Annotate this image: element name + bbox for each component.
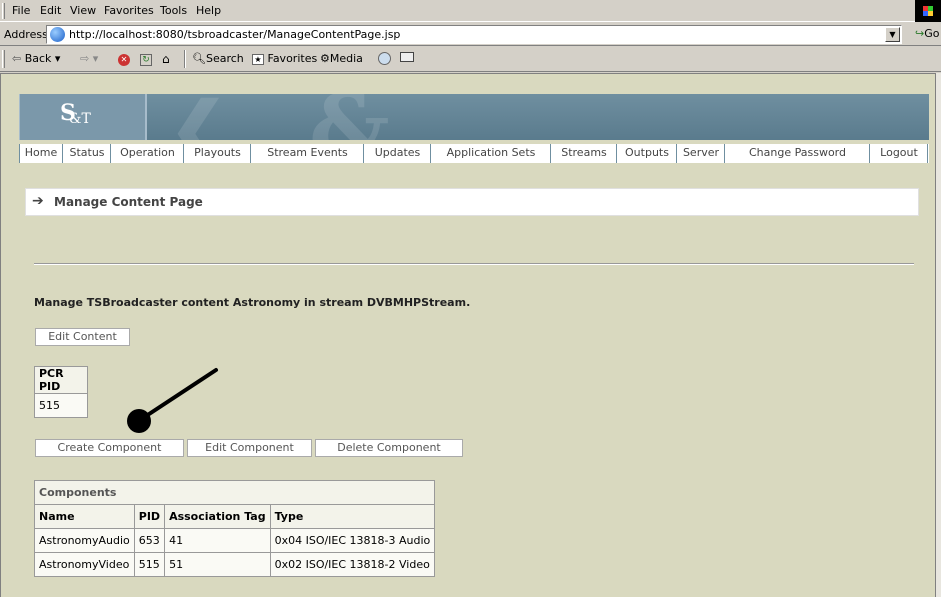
content-description: Manage TSBroadcaster content Astronomy i… [34, 296, 471, 309]
address-bar: Address http://localhost:8080/tsbroadcas… [0, 23, 941, 46]
nav-server[interactable]: Server [678, 144, 725, 163]
ie-page-icon [50, 27, 65, 42]
menu-help[interactable]: Help [196, 4, 221, 17]
table-row[interactable]: AstronomyAudio 653 41 0x04 ISO/IEC 13818… [34, 528, 436, 553]
nav-change-password[interactable]: Change Password [726, 144, 870, 163]
address-dropdown-icon[interactable]: ▼ [885, 27, 900, 42]
go-arrow-icon: ↪ [915, 27, 925, 40]
favorites-icon: ★ [252, 54, 264, 65]
nav-updates[interactable]: Updates [365, 144, 431, 163]
cell-association-tag: 51 [164, 552, 271, 577]
web-page: ❮ & S &T Home Status Operation Playouts … [0, 73, 935, 597]
column-header-name: Name [34, 504, 135, 529]
pcr-pid-table: PCR PID 515 [34, 366, 88, 418]
refresh-icon: ↻ [140, 54, 152, 66]
back-arrow-icon: ⇦ [12, 52, 22, 65]
banner-watermark: ❮ [169, 94, 228, 140]
toolbar-separator [184, 50, 186, 68]
print-icon [400, 52, 414, 62]
history-icon [378, 52, 391, 65]
back-label: Back [24, 52, 52, 65]
nav-logout[interactable]: Logout [871, 144, 928, 163]
forward-button[interactable]: ⇨ ▾ [80, 52, 98, 65]
create-component-button[interactable]: Create Component [35, 439, 184, 457]
media-button[interactable]: ⚙︎Media [320, 52, 363, 65]
windows-logo-icon [915, 0, 941, 22]
favorites-button[interactable]: ★ Favorites [252, 52, 317, 65]
vertical-scrollbar[interactable] [935, 73, 941, 597]
pcr-pid-header: PCR PID [34, 366, 88, 394]
cell-pid: 515 [133, 552, 166, 577]
nav-stream-events[interactable]: Stream Events [252, 144, 364, 163]
toolbar-grip [2, 3, 5, 19]
logo-t-glyph: &T [69, 111, 91, 127]
edit-content-button[interactable]: Edit Content [35, 328, 130, 346]
column-header-pid: PID [133, 504, 166, 529]
forward-arrow-icon: ⇨ [80, 52, 90, 65]
nav-operation[interactable]: Operation [112, 144, 184, 163]
media-label: Media [329, 52, 363, 65]
menu-tools[interactable]: Tools [160, 4, 187, 17]
components-caption: Components [33, 480, 436, 505]
search-label: Search [205, 52, 244, 65]
arrow-right-icon: ➔ [32, 193, 44, 209]
nav-playouts[interactable]: Playouts [185, 144, 251, 163]
pcr-pid-value: 515 [34, 393, 88, 418]
address-input[interactable]: http://localhost:8080/tsbroadcaster/Mana… [46, 25, 902, 44]
column-header-association-tag: Association Tag [164, 504, 271, 529]
menu-file[interactable]: File [12, 4, 30, 17]
menu-view[interactable]: View [70, 4, 96, 17]
cell-type: 0x02 ISO/IEC 13818-2 Video [269, 552, 436, 577]
nav-application-sets[interactable]: Application Sets [432, 144, 551, 163]
divider [34, 263, 914, 265]
banner-watermark: & [309, 94, 390, 140]
cell-name: AstronomyVideo [34, 552, 135, 577]
cell-name: AstronomyAudio [34, 528, 135, 553]
toolbar-grip [2, 50, 5, 68]
go-button[interactable]: ↪Go [915, 27, 939, 40]
table-header-row: Name PID Association Tag Type [34, 504, 436, 529]
menu-favorites[interactable]: Favorites [104, 4, 154, 17]
history-button[interactable] [378, 52, 391, 68]
menu-edit[interactable]: Edit [40, 4, 61, 17]
column-header-type: Type [269, 504, 436, 529]
page-title-bar: ➔ Manage Content Page [25, 188, 919, 216]
browser-toolbar: ⇦ Back ▾ ⇨ ▾ ✕ ↻ ⌂ 🔍︎Search ★ Favorites … [0, 47, 941, 72]
nav-outputs[interactable]: Outputs [618, 144, 677, 163]
main-nav: Home Status Operation Playouts Stream Ev… [19, 144, 929, 163]
components-table: Components Name PID Association Tag Type… [33, 480, 436, 577]
cell-association-tag: 41 [164, 528, 271, 553]
back-button[interactable]: ⇦ Back ▾ [12, 52, 60, 65]
refresh-button[interactable]: ↻ [140, 52, 152, 66]
search-icon: 🔍︎ [192, 52, 206, 65]
address-label: Address [4, 28, 48, 41]
address-url[interactable]: http://localhost:8080/tsbroadcaster/Mana… [69, 28, 400, 41]
s-and-t-logo: S &T [19, 94, 147, 140]
menu-bar: File Edit View Favorites Tools Help [0, 0, 941, 22]
print-button[interactable] [400, 52, 414, 65]
home-button[interactable]: ⌂ [162, 52, 170, 66]
edit-component-button[interactable]: Edit Component [187, 439, 312, 457]
nav-home[interactable]: Home [19, 144, 63, 163]
cell-type: 0x04 ISO/IEC 13818-3 Audio [269, 528, 436, 553]
go-label: Go [924, 27, 940, 40]
stop-button[interactable]: ✕ [118, 52, 130, 66]
home-icon: ⌂ [162, 52, 170, 66]
header-banner: ❮ & S &T [19, 94, 929, 140]
media-icon: ⚙︎ [320, 52, 330, 65]
cell-pid: 653 [133, 528, 166, 553]
search-button[interactable]: 🔍︎Search [192, 52, 244, 65]
stop-icon: ✕ [118, 54, 130, 66]
table-row[interactable]: AstronomyVideo 515 51 0x02 ISO/IEC 13818… [34, 552, 436, 577]
page-title: Manage Content Page [54, 195, 203, 209]
delete-component-button[interactable]: Delete Component [315, 439, 463, 457]
favorites-label: Favorites [267, 52, 318, 65]
nav-status[interactable]: Status [64, 144, 111, 163]
nav-streams[interactable]: Streams [552, 144, 617, 163]
